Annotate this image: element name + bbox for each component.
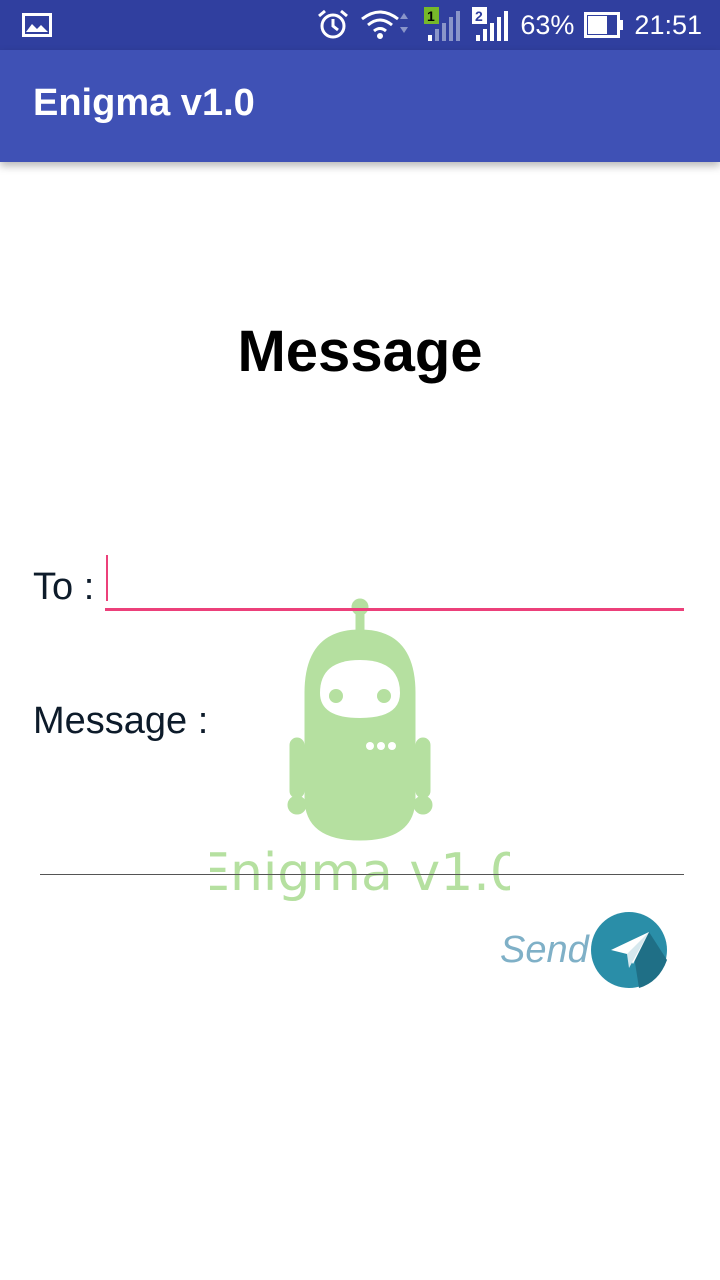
send-label: Send <box>500 928 589 971</box>
page-title: Message <box>237 319 483 384</box>
app-bar: Enigma v1.0 <box>0 50 720 162</box>
send-button[interactable]: Send <box>495 905 675 995</box>
svg-text:2: 2 <box>475 8 483 24</box>
signal-icon: 1 <box>424 7 462 43</box>
message-label: Message : <box>33 700 209 742</box>
alarm-icon <box>316 8 350 42</box>
paper-plane-icon[interactable] <box>589 910 669 995</box>
status-bar: 1 2 63% 21:51 <box>0 0 720 50</box>
clock: 21:51 <box>634 9 702 40</box>
app-title: Enigma v1.0 <box>33 82 255 124</box>
to-label: To : <box>33 566 95 608</box>
to-input[interactable] <box>105 552 684 611</box>
wifi-icon <box>360 9 414 41</box>
svg-text:1: 1 <box>427 8 435 24</box>
message-input[interactable] <box>40 760 684 875</box>
battery-percent: 63% <box>520 9 575 40</box>
gallery-icon <box>22 13 52 42</box>
signal-icon: 2 <box>472 7 510 43</box>
text-cursor <box>106 555 108 601</box>
battery-icon <box>584 12 624 38</box>
